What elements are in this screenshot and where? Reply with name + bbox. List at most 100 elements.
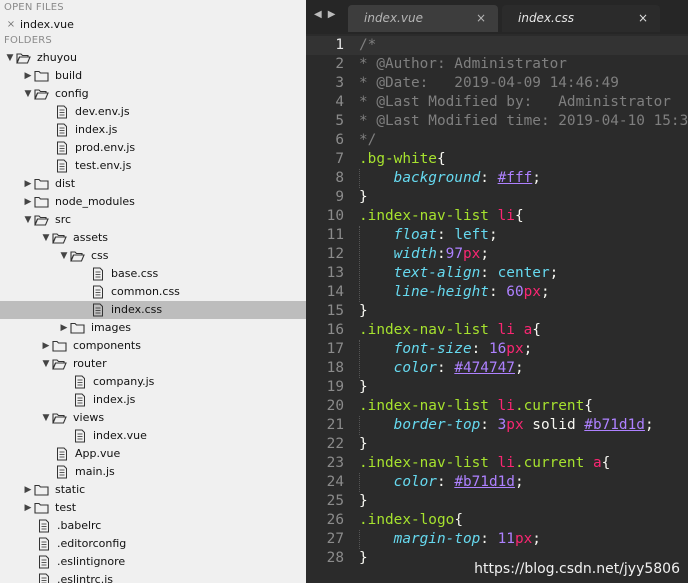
tree-file-item[interactable]: prod.env.js xyxy=(0,139,306,157)
code-line[interactable]: 19} xyxy=(306,378,688,397)
code-line[interactable]: 24 color: #b71d1d; xyxy=(306,473,688,492)
tree-file-item[interactable]: dev.env.js xyxy=(0,103,306,121)
nav-forward-icon[interactable]: ▶ xyxy=(328,9,342,20)
tree-file-item[interactable]: company.js xyxy=(0,373,306,391)
tree-file-item[interactable]: test.env.js xyxy=(0,157,306,175)
code-line[interactable]: 6 */ xyxy=(306,131,688,150)
open-file-item[interactable]: × index.vue xyxy=(0,16,306,33)
tab-index-css[interactable]: index.css × xyxy=(502,5,660,32)
chevron-down-icon[interactable]: ▼ xyxy=(22,211,34,229)
code-line[interactable]: 20 .index-nav-list li.current{ xyxy=(306,397,688,416)
tree-file-item[interactable]: index.vue xyxy=(0,427,306,445)
tree-folder-item[interactable]: ▶ images xyxy=(0,319,306,337)
tab-index-vue[interactable]: index.vue × xyxy=(348,5,498,32)
tree-file-item[interactable]: common.css xyxy=(0,283,306,301)
tree-folder-item[interactable]: ▼ assets xyxy=(0,229,306,247)
tree-folder-item[interactable]: ▼ src xyxy=(0,211,306,229)
tab-close-icon[interactable]: × xyxy=(638,5,648,32)
chevron-right-icon[interactable]: ▶ xyxy=(22,499,34,517)
tree-file-item[interactable]: App.vue xyxy=(0,445,306,463)
chevron-down-icon[interactable]: ▼ xyxy=(40,355,52,373)
chevron-down-icon[interactable]: ▼ xyxy=(40,409,52,427)
tree-folder-item[interactable]: ▶ dist xyxy=(0,175,306,193)
tree-folder-item[interactable]: ▶ static xyxy=(0,481,306,499)
tree-file-item[interactable]: .eslintrc.js xyxy=(0,571,306,583)
indent-guide xyxy=(359,473,360,492)
code-line[interactable]: 17 font-size: 16px; xyxy=(306,340,688,359)
tree-folder-item[interactable]: ▼ router xyxy=(0,355,306,373)
chevron-down-icon[interactable]: ▼ xyxy=(4,49,16,67)
code-line[interactable]: 25} xyxy=(306,492,688,511)
close-icon[interactable]: × xyxy=(6,16,16,33)
tree-folder-item[interactable]: ▼ css xyxy=(0,247,306,265)
code-line[interactable]: 27 margin-top: 11px; xyxy=(306,530,688,549)
chevron-down-icon[interactable]: ▼ xyxy=(40,229,52,247)
code-line[interactable]: 5 * @Last Modified time: 2019-04-10 15:3 xyxy=(306,112,688,131)
code-token: px xyxy=(506,417,524,433)
tree-item-label: main.js xyxy=(75,465,115,478)
tree-file-item[interactable]: index.js xyxy=(0,391,306,409)
code-line[interactable]: 7 .bg-white{ xyxy=(306,150,688,169)
code-token: { xyxy=(436,151,446,167)
code-line[interactable]: 11 float: left; xyxy=(306,226,688,245)
tree-folder-item[interactable]: ▶ node_modules xyxy=(0,193,306,211)
line-number: 25 xyxy=(326,493,344,509)
line-number: 8 xyxy=(335,170,344,186)
tree-file-item[interactable]: index.css xyxy=(0,301,306,319)
chevron-down-icon[interactable]: ▼ xyxy=(22,85,34,103)
tree-folder-item[interactable]: ▶ test xyxy=(0,499,306,517)
nav-back-icon[interactable]: ◀ xyxy=(314,9,328,20)
code-line[interactable]: 4 * @Last Modified by: Administrator xyxy=(306,93,688,112)
code-text: .index-nav-list li a{ xyxy=(359,321,541,340)
code-line[interactable]: 13 text-align: center; xyxy=(306,264,688,283)
code-line[interactable]: 22} xyxy=(306,435,688,454)
code-line[interactable]: 8 background: #fff; xyxy=(306,169,688,188)
code-text: width:97px; xyxy=(359,245,489,264)
code-line[interactable]: 9} xyxy=(306,188,688,207)
tree-folder-item[interactable]: ▼ config xyxy=(0,85,306,103)
code-line[interactable]: 15} xyxy=(306,302,688,321)
code-line[interactable]: 14 line-height: 60px; xyxy=(306,283,688,302)
chevron-right-icon[interactable]: ▶ xyxy=(22,193,34,211)
tree-file-item[interactable]: base.css xyxy=(0,265,306,283)
tree-folder-item[interactable]: ▼ views xyxy=(0,409,306,427)
code-token: : xyxy=(471,341,489,357)
tree-file-item[interactable]: .babelrc xyxy=(0,517,306,535)
code-line[interactable]: 16 .index-nav-list li a{ xyxy=(306,321,688,340)
chevron-right-icon[interactable]: ▶ xyxy=(22,481,34,499)
tree-folder-item[interactable]: ▶ build xyxy=(0,67,306,85)
tree-folder-item[interactable]: ▶ components xyxy=(0,337,306,355)
chevron-right-icon[interactable]: ▶ xyxy=(22,175,34,193)
tree-file-item[interactable]: index.js xyxy=(0,121,306,139)
tree-file-item[interactable]: .eslintignore xyxy=(0,553,306,571)
tab-close-icon[interactable]: × xyxy=(476,5,486,32)
editor-pane[interactable]: ◀▶ index.vue × index.css × 1 /* 2 * @Author… xyxy=(306,0,688,583)
code-area[interactable]: 1 /* 2 * @Author: Administrator 3 * @Date: 20… xyxy=(306,34,688,583)
tree-file-item[interactable]: .editorconfig xyxy=(0,535,306,553)
code-line[interactable]: 26 .index-logo{ xyxy=(306,511,688,530)
code-line[interactable]: 3 * @Date: 2019-04-09 14:46:49 xyxy=(306,74,688,93)
code-token: { xyxy=(584,398,593,414)
line-number: 22 xyxy=(326,436,344,452)
code-token: .current xyxy=(514,455,593,471)
code-token: : xyxy=(436,227,455,243)
chevron-right-icon[interactable]: ▶ xyxy=(40,337,52,355)
code-line[interactable]: 18 color: #474747; xyxy=(306,359,688,378)
code-text: .bg-white{ xyxy=(359,150,446,169)
code-text: * @Date: 2019-04-09 14:46:49 xyxy=(359,74,619,93)
code-line[interactable]: 23 .index-nav-list li.current a{ xyxy=(306,454,688,473)
code-line[interactable]: 2 * @Author: Administrator xyxy=(306,55,688,74)
tree-file-item[interactable]: main.js xyxy=(0,463,306,481)
code-line[interactable]: 21 border-top: 3px solid #b71d1d; xyxy=(306,416,688,435)
chevron-down-icon[interactable]: ▼ xyxy=(58,247,70,265)
open-files-header: OPEN FILES xyxy=(4,2,64,13)
chevron-right-icon[interactable]: ▶ xyxy=(22,67,34,85)
chevron-right-icon[interactable]: ▶ xyxy=(58,319,70,337)
code-line[interactable]: 10 .index-nav-list li{ xyxy=(306,207,688,226)
code-line[interactable]: 12 width:97px; xyxy=(306,245,688,264)
tree-folder-item[interactable]: ▼ zhuyou xyxy=(0,49,306,67)
code-line[interactable]: 1 /* xyxy=(306,36,688,55)
